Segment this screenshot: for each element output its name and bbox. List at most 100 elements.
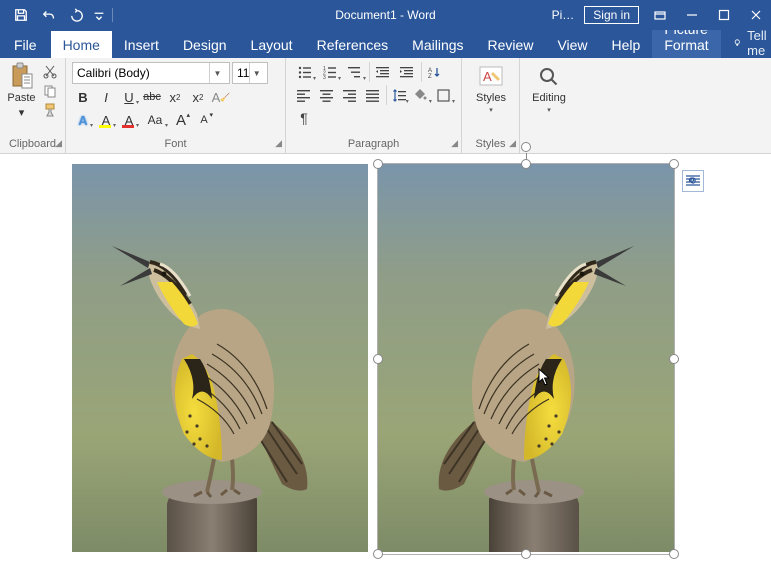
font-name-combo[interactable]: Calibri (Body) ▼ (72, 62, 230, 84)
decrease-indent-button[interactable] (369, 62, 393, 82)
tab-file[interactable]: File (0, 31, 51, 58)
grow-font-button[interactable]: A▴ (170, 110, 192, 130)
underline-button[interactable]: U▾ (118, 87, 140, 107)
resize-handle-mr[interactable] (669, 354, 679, 364)
search-icon (536, 64, 562, 90)
group-label-font: Font (72, 136, 279, 153)
superscript-button[interactable]: x2 (187, 87, 209, 107)
sort-button[interactable]: AZ (421, 62, 445, 82)
justify-button[interactable] (361, 85, 383, 105)
italic-button[interactable]: I (95, 87, 117, 107)
tab-layout[interactable]: Layout (239, 31, 305, 58)
chevron-down-icon: ▾ (489, 106, 493, 114)
tab-references[interactable]: References (305, 31, 401, 58)
line-spacing-button[interactable]: ▾ (386, 85, 408, 105)
undo-icon[interactable] (36, 2, 62, 28)
tab-review[interactable]: Review (476, 31, 546, 58)
group-editing: Editing ▾ (520, 58, 578, 153)
resize-handle-bm[interactable] (521, 549, 531, 559)
context-tab-group-label: Pi… (552, 8, 575, 22)
cut-icon (43, 65, 57, 79)
tab-home[interactable]: Home (51, 31, 112, 58)
resize-handle-ml[interactable] (373, 354, 383, 364)
mouse-cursor (538, 368, 552, 386)
font-dialog-launcher[interactable]: ◢ (275, 138, 282, 149)
cut-button[interactable] (41, 64, 59, 80)
borders-button[interactable]: ▾ (433, 85, 455, 105)
resize-handle-bl[interactable] (373, 549, 383, 559)
ribbon-display-options-icon[interactable] (649, 4, 671, 26)
change-case-button[interactable]: Aa▾ (141, 110, 169, 130)
chevron-down-icon: ▾ (547, 106, 551, 114)
close-icon[interactable] (745, 4, 767, 26)
copy-button[interactable] (41, 83, 59, 99)
font-size-combo[interactable]: 11 ▼ (232, 62, 268, 84)
subscript-button[interactable]: x2 (164, 87, 186, 107)
group-label-styles: Styles (468, 136, 513, 153)
save-icon[interactable] (8, 2, 34, 28)
font-name-value: Calibri (Body) (77, 66, 150, 80)
align-center-button[interactable] (315, 85, 337, 105)
styles-button[interactable]: A Styles ▾ (468, 62, 514, 114)
text-effects-button[interactable]: A▾ (72, 110, 94, 130)
group-font: Calibri (Body) ▼ 11 ▼ B I U▾ abc x2 x2 A… (66, 58, 286, 153)
bold-button[interactable]: B (72, 87, 94, 107)
increase-indent-button[interactable] (394, 62, 418, 82)
tell-me-label: Tell me (747, 28, 771, 58)
font-color-button[interactable]: A▾ (118, 110, 140, 130)
chevron-down-icon[interactable]: ▼ (209, 63, 225, 83)
document-area[interactable] (0, 154, 771, 564)
shrink-font-button[interactable]: A▾ (193, 110, 215, 130)
svg-text:3: 3 (323, 75, 326, 80)
clipboard-dialog-launcher[interactable]: ◢ (55, 138, 62, 149)
paragraph-dialog-launcher[interactable]: ◢ (451, 138, 458, 149)
shading-button[interactable]: ▾ (410, 85, 432, 105)
resize-handle-tm[interactable] (521, 159, 531, 169)
styles-dialog-launcher[interactable]: ◢ (509, 138, 516, 149)
paste-label: Paste (7, 92, 35, 104)
strikethrough-button[interactable]: abc (141, 87, 163, 107)
group-paragraph: ▾ 123▾ ▾ AZ ▾ ▾ ▾ ¶ Paragraph ◢ (286, 58, 462, 153)
resize-handle-tr[interactable] (669, 159, 679, 169)
resize-handle-br[interactable] (669, 549, 679, 559)
qat-customize-icon[interactable] (92, 2, 106, 28)
tab-help[interactable]: Help (600, 31, 653, 58)
bullets-button[interactable]: ▾ (292, 62, 316, 82)
highlight-color-button[interactable]: A▾ (95, 110, 117, 130)
tell-me-search[interactable]: Tell me (721, 28, 771, 58)
styles-icon: A (478, 64, 504, 90)
align-left-button[interactable] (292, 85, 314, 105)
bird-image-right (378, 164, 674, 552)
redo-icon[interactable] (64, 2, 90, 28)
tab-design[interactable]: Design (171, 31, 239, 58)
numbering-button[interactable]: 123▾ (317, 62, 341, 82)
chevron-down-icon: ▾ (19, 106, 25, 119)
align-right-button[interactable] (338, 85, 360, 105)
show-hide-button[interactable]: ¶ (292, 108, 316, 128)
format-painter-button[interactable] (41, 102, 59, 118)
picture-2-selected[interactable] (378, 164, 674, 554)
multilevel-list-button[interactable]: ▾ (342, 62, 366, 82)
tab-insert[interactable]: Insert (112, 31, 171, 58)
copy-icon (43, 84, 57, 98)
editing-button[interactable]: Editing ▾ (526, 62, 572, 114)
group-label-paragraph: Paragraph (292, 136, 455, 153)
svg-text:A: A (483, 69, 492, 84)
resize-handle-tl[interactable] (373, 159, 383, 169)
format-painter-icon (43, 103, 57, 117)
tab-mailings[interactable]: Mailings (400, 31, 475, 58)
picture-1[interactable] (72, 164, 368, 554)
clear-formatting-button[interactable]: A🧹 (210, 87, 232, 107)
sign-in-button[interactable]: Sign in (584, 6, 639, 24)
minimize-icon[interactable] (681, 4, 703, 26)
chevron-down-icon[interactable]: ▼ (249, 63, 263, 83)
layout-options-button[interactable] (682, 170, 704, 192)
titlebar-right: Pi… Sign in (552, 4, 771, 26)
paste-button[interactable]: Paste ▾ (6, 62, 37, 119)
rotate-handle[interactable] (521, 142, 531, 152)
group-clipboard: Paste ▾ Clipboard ◢ (0, 58, 66, 153)
maximize-icon[interactable] (713, 4, 735, 26)
lightbulb-icon (733, 36, 742, 50)
font-size-value: 11 (237, 66, 249, 80)
tab-view[interactable]: View (545, 31, 599, 58)
